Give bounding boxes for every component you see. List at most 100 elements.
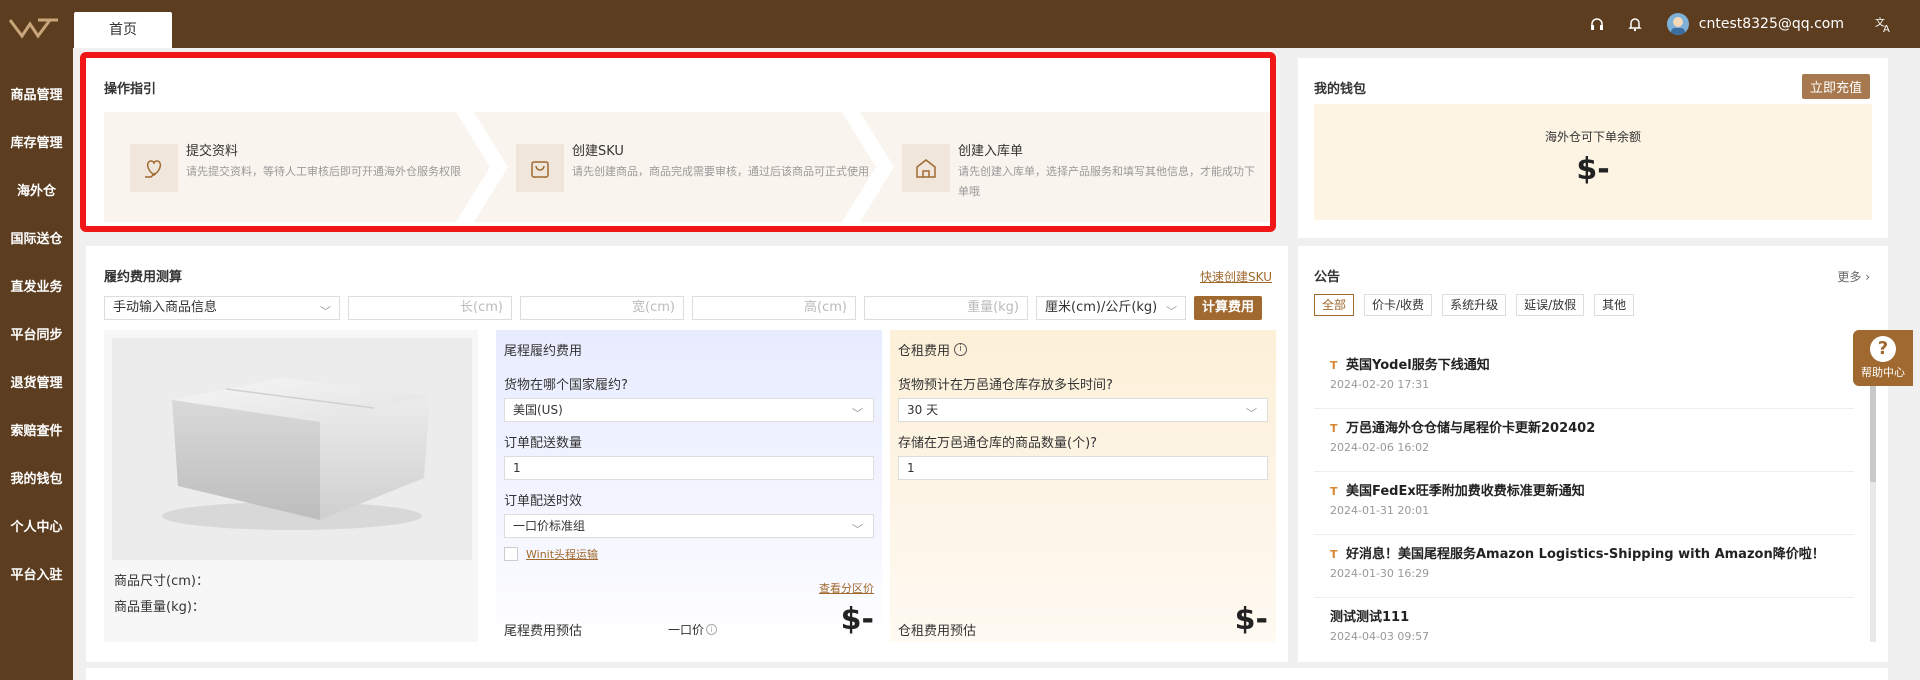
qty-question: 订单配送数量 [504,436,583,451]
sidebar-item-returns[interactable]: 退货管理 [0,360,73,408]
headset-icon[interactable] [1587,14,1607,34]
speed-select[interactable]: 一口价标准组 ﹀ [504,514,874,538]
quick-create-sku-link[interactable]: 快速创建SKU [1200,268,1272,285]
notice-tags: 全部 价卡/收费 系统升级 延误/放假 其他 [1314,294,1644,316]
tail-fee-panel: 尾程履约费用 货物在哪个国家履约? 美国(US) ﹀ 订单配送数量 1 订单配送… [496,330,882,642]
count-question: 存储在万邑通仓库的商品数量(个)? [898,436,1098,451]
sidebar-item-products[interactable]: 商品管理 [0,72,73,120]
sidebar-item-overseas-warehouse[interactable]: 海外仓 [0,168,73,216]
step-create-inbound[interactable]: 创建入库单 请先创建入库单，选择产品服务和填写其他信息，才能成功下单哦 [876,112,1270,222]
storage-title: 仓租费用 [898,344,951,359]
chevron-down-icon: ﹀ [852,523,863,536]
wallet-card: 我的钱包 立即充值 海外仓可下单余额 $- [1298,58,1888,238]
unit-select[interactable]: 厘米(cm)/公斤(kg) ﹀ [1036,296,1186,320]
zone-price-link[interactable]: 查看分区价 [819,580,874,596]
box-illustration [162,378,430,530]
top-actions: cntest8325@qq.com 文A [1587,0,1920,48]
tag-all[interactable]: 全部 [1314,294,1355,316]
heart-hand-icon [130,144,178,192]
user-email[interactable]: cntest8325@qq.com [1699,16,1844,32]
news-date: 2024-01-31 20:01 [1330,504,1430,517]
news-title: 好消息！美国尾程服务Amazon Logistics-Shipping with… [1346,547,1825,562]
help-center-button[interactable]: ? 帮助中心 [1853,330,1913,386]
notice-title: 公告 [1314,270,1341,285]
calc-input-row: 手动输入商品信息 ﹀ 长(cm) 宽(cm) 高(cm) 重量(kg) 厘米(c… [104,296,1263,320]
width-input[interactable]: 宽(cm) [520,296,684,320]
scrollbar-thumb[interactable] [1870,374,1876,482]
price-type: 一口价 i [668,621,718,638]
storage-days-value: 30 天 [907,403,939,417]
notice-card: 公告 更多 › 全部 价卡/收费 系统升级 延误/放假 其他 T 英国Yodel服… [1298,246,1888,662]
sidebar-item-claims[interactable]: 索赔查件 [0,408,73,456]
news-title-row: T 英国Yodel服务下线通知 [1330,354,1490,373]
top-pin-icon: T [1330,548,1338,561]
step-title: 提交资料 [186,144,239,159]
avatar[interactable] [1666,13,1689,35]
bag-icon [516,144,564,192]
sidebar-item-platform-join[interactable]: 平台入驻 [0,552,73,600]
sidebar-item-inventory[interactable]: 库存管理 [0,120,73,168]
news-title: 英国Yodel服务下线通知 [1346,358,1490,373]
chevron-right-icon: › [1865,270,1870,284]
list-item[interactable]: T 好消息！美国尾程服务Amazon Logistics-Shipping wit… [1314,535,1854,598]
step-create-sku[interactable]: 创建SKU 请先创建商品，商品完成需要审核，通过后该商品可正式使用 [490,112,869,222]
svg-text:A: A [1883,24,1890,33]
calculate-button[interactable]: 计算费用 [1194,296,1263,320]
tag-delay-holiday[interactable]: 延误/放假 [1516,294,1585,316]
winit-checkbox-row[interactable]: Winit头程运输 [504,546,598,562]
step-desc: 请先创建入库单，选择产品服务和填写其他信息，才能成功下单哦 [958,165,1255,198]
list-item[interactable]: T 英国Yodel服务下线通知 2024-02-20 17:31 [1314,346,1854,409]
info-icon[interactable]: i [706,624,718,635]
tail-fee-amount: $- [840,602,874,637]
tab-home[interactable]: 首页 [74,12,172,48]
news-title: 美国FedEx旺季附加费收费标准更新通知 [1346,484,1585,499]
winit-label[interactable]: Winit头程运输 [526,546,598,562]
unit-value: 厘米(cm)/公斤(kg) [1045,300,1158,315]
calc-title: 履约费用测算 [104,270,183,285]
sidebar-item-platform-sync[interactable]: 平台同步 [0,312,73,360]
order-qty-input[interactable]: 1 [504,456,874,480]
tag-other[interactable]: 其他 [1594,294,1635,316]
more-link[interactable]: 更多 › [1837,268,1870,285]
storage-estimate-label: 仓租费用预估 [898,624,977,639]
winit-checkbox[interactable] [504,547,518,561]
storage-days-select[interactable]: 30 天 ﹀ [898,398,1268,422]
list-item[interactable]: T 美国FedEx旺季附加费收费标准更新通知 2024-01-31 20:01 [1314,472,1854,535]
tag-system-upgrade[interactable]: 系统升级 [1442,294,1507,316]
wallet-title: 我的钱包 [1314,82,1367,97]
tag-pricing[interactable]: 价卡/收费 [1364,294,1433,316]
step-desc: 请先创建商品，商品完成需要审核，通过后该商品可正式使用 [572,165,869,178]
warehouse-icon [902,144,950,192]
tail-estimate-label: 尾程费用预估 [504,624,583,639]
question-icon: ? [1870,336,1896,362]
storage-count-input[interactable]: 1 [898,456,1268,480]
country-question: 货物在哪个国家履约? [504,378,628,393]
product-preview-panel: 商品尺寸(cm)： 商品重量(kg)： [104,330,478,642]
country-select[interactable]: 美国(US) ﹀ [504,398,874,422]
input-mode-select[interactable]: 手动输入商品信息 ﹀ [104,296,340,320]
list-item[interactable]: T 万邑通海外仓仓储与尾程价卡更新202402 2024-02-06 16:02 [1314,409,1854,472]
step-submit-info[interactable]: 提交资料 请先提交资料，等待人工审核后即可开通海外仓服务权限 [104,112,464,222]
more-label: 更多 [1837,270,1862,284]
sidebar-item-profile[interactable]: 个人中心 [0,504,73,552]
country-value: 美国(US) [513,403,563,417]
fee-calculator-card: 履约费用测算 快速创建SKU 手动输入商品信息 ﹀ 长(cm) 宽(cm) 高(… [86,246,1288,662]
storage-fee-panel: 仓租费用 i 货物预计在万邑通仓库存放多长时间? 30 天 ﹀ 存储在万邑通仓库… [890,330,1276,642]
recharge-button[interactable]: 立即充值 [1801,74,1870,99]
language-icon[interactable]: 文A [1874,14,1894,34]
sidebar: 商品管理 库存管理 海外仓 国际送仓 直发业务 平台同步 退货管理 索赔查件 我… [0,48,73,680]
sidebar-item-wallet[interactable]: 我的钱包 [0,456,73,504]
length-input[interactable]: 长(cm) [348,296,512,320]
winit-logo-icon[interactable] [8,16,64,40]
news-title: 万邑通海外仓仓储与尾程价卡更新202402 [1346,421,1596,436]
bell-icon[interactable] [1625,14,1645,34]
height-input[interactable]: 高(cm) [692,296,856,320]
top-bar: 首页 cntest8325@qq.com 文A [0,0,1920,48]
sidebar-item-intl-delivery[interactable]: 国际送仓 [0,216,73,264]
guide-steps: 提交资料 请先提交资料，等待人工审核后即可开通海外仓服务权限 创建SKU 请先创… [104,112,1270,222]
notice-scrollbar[interactable] [1870,374,1876,642]
list-item[interactable]: 测试测试111 2024-04-03 09:57 [1314,598,1854,646]
weight-input[interactable]: 重量(kg) [864,296,1028,320]
sidebar-item-direct-shipping[interactable]: 直发业务 [0,264,73,312]
info-icon[interactable]: i [954,343,968,356]
